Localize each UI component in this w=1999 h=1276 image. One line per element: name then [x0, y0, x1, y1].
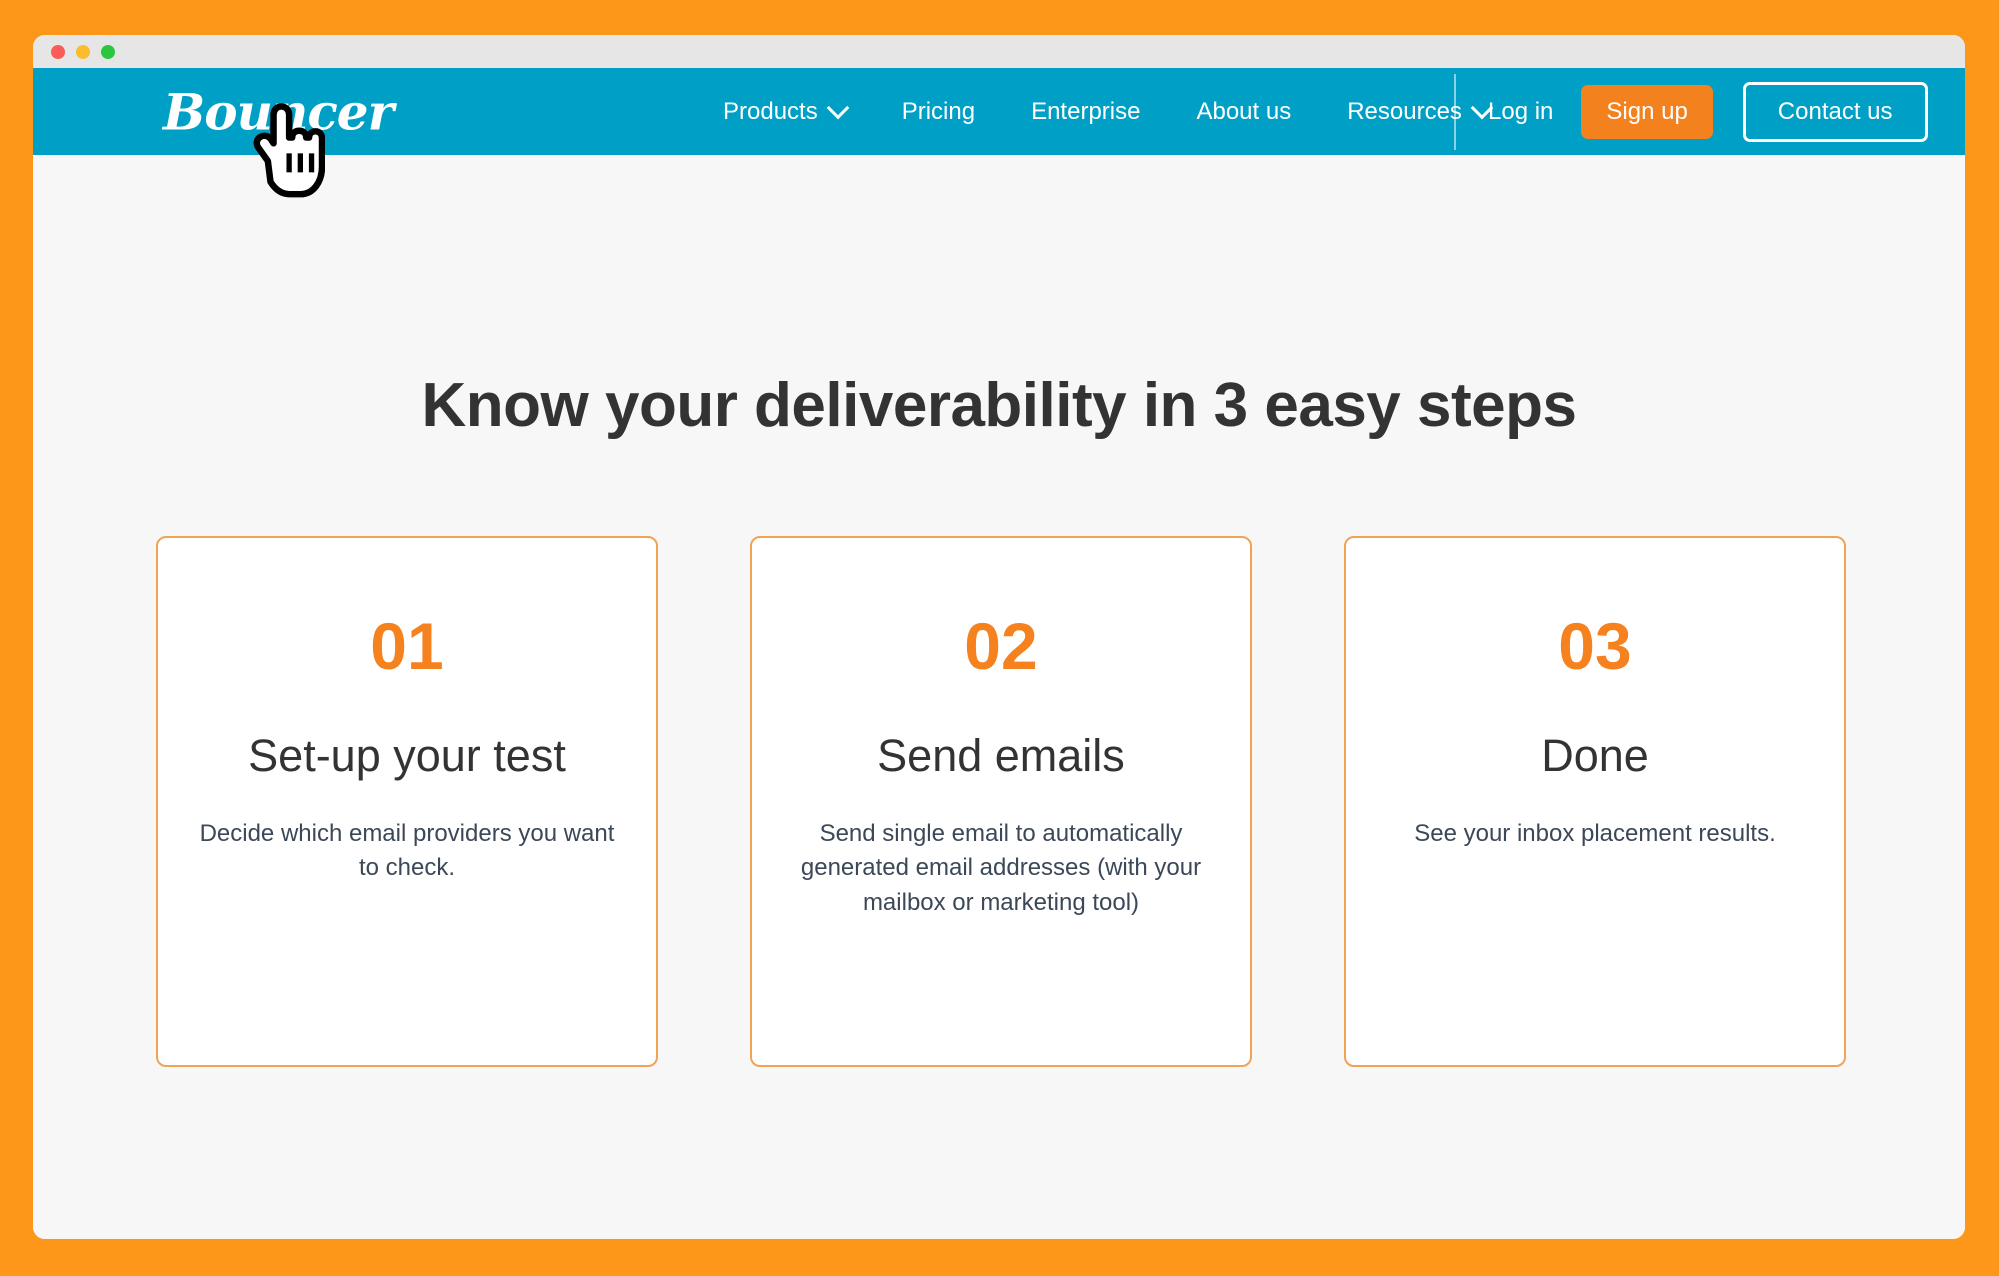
steps-card-list: 01 Set-up your test Decide which email p… [156, 536, 1846, 1067]
browser-window: Bouncer Products Pricing Enterprise Abou… [33, 35, 1965, 1239]
site-navbar: Bouncer Products Pricing Enterprise Abou… [33, 68, 1965, 155]
step-number: 02 [964, 609, 1038, 683]
step-description: See your inbox placement results. [1414, 819, 1776, 847]
page-title: Know your deliverability in 3 easy steps [421, 371, 1577, 440]
browser-titlebar [33, 35, 1965, 68]
nav-links: Products Pricing Enterprise About us Res… [723, 96, 1494, 126]
step-card-02: 02 Send emails Send single email to auto… [750, 536, 1252, 1067]
step-card-01: 01 Set-up your test Decide which email p… [156, 536, 658, 1067]
step-title: Done [1541, 730, 1649, 781]
contact-us-button[interactable]: Contact us [1742, 81, 1928, 142]
nav-item-resources-label: Resources [1347, 97, 1462, 125]
close-window-dot[interactable] [51, 44, 65, 59]
nav-item-products-label: Products [723, 97, 818, 125]
minimize-window-dot[interactable] [76, 44, 90, 59]
nav-item-about-us[interactable]: About us [1196, 98, 1291, 126]
step-description: Decide which email providers you want to… [199, 819, 615, 882]
step-title: Set-up your test [248, 730, 566, 781]
bouncer-logo[interactable]: Bouncer [163, 82, 394, 141]
step-number: 01 [370, 609, 444, 683]
chevron-down-icon [826, 96, 850, 119]
nav-actions: Log in Sign up Contact us [1488, 81, 1928, 142]
maximize-window-dot[interactable] [101, 44, 115, 59]
nav-item-products[interactable]: Products [723, 96, 850, 126]
nav-item-resources[interactable]: Resources [1347, 96, 1494, 126]
login-link[interactable]: Log in [1488, 98, 1553, 126]
step-card-03: 03 Done See your inbox placement results… [1344, 536, 1846, 1067]
nav-item-pricing[interactable]: Pricing [902, 98, 975, 126]
signup-button[interactable]: Sign up [1581, 84, 1713, 139]
nav-item-enterprise[interactable]: Enterprise [1031, 98, 1140, 126]
orange-frame: Bouncer Products Pricing Enterprise Abou… [0, 0, 1999, 1276]
step-description: Send single email to automatically gener… [800, 819, 1202, 917]
nav-divider [1454, 73, 1456, 150]
step-number: 03 [1558, 609, 1632, 683]
step-title: Send emails [877, 730, 1125, 781]
page-content: Know your deliverability in 3 easy steps… [33, 155, 1965, 1239]
